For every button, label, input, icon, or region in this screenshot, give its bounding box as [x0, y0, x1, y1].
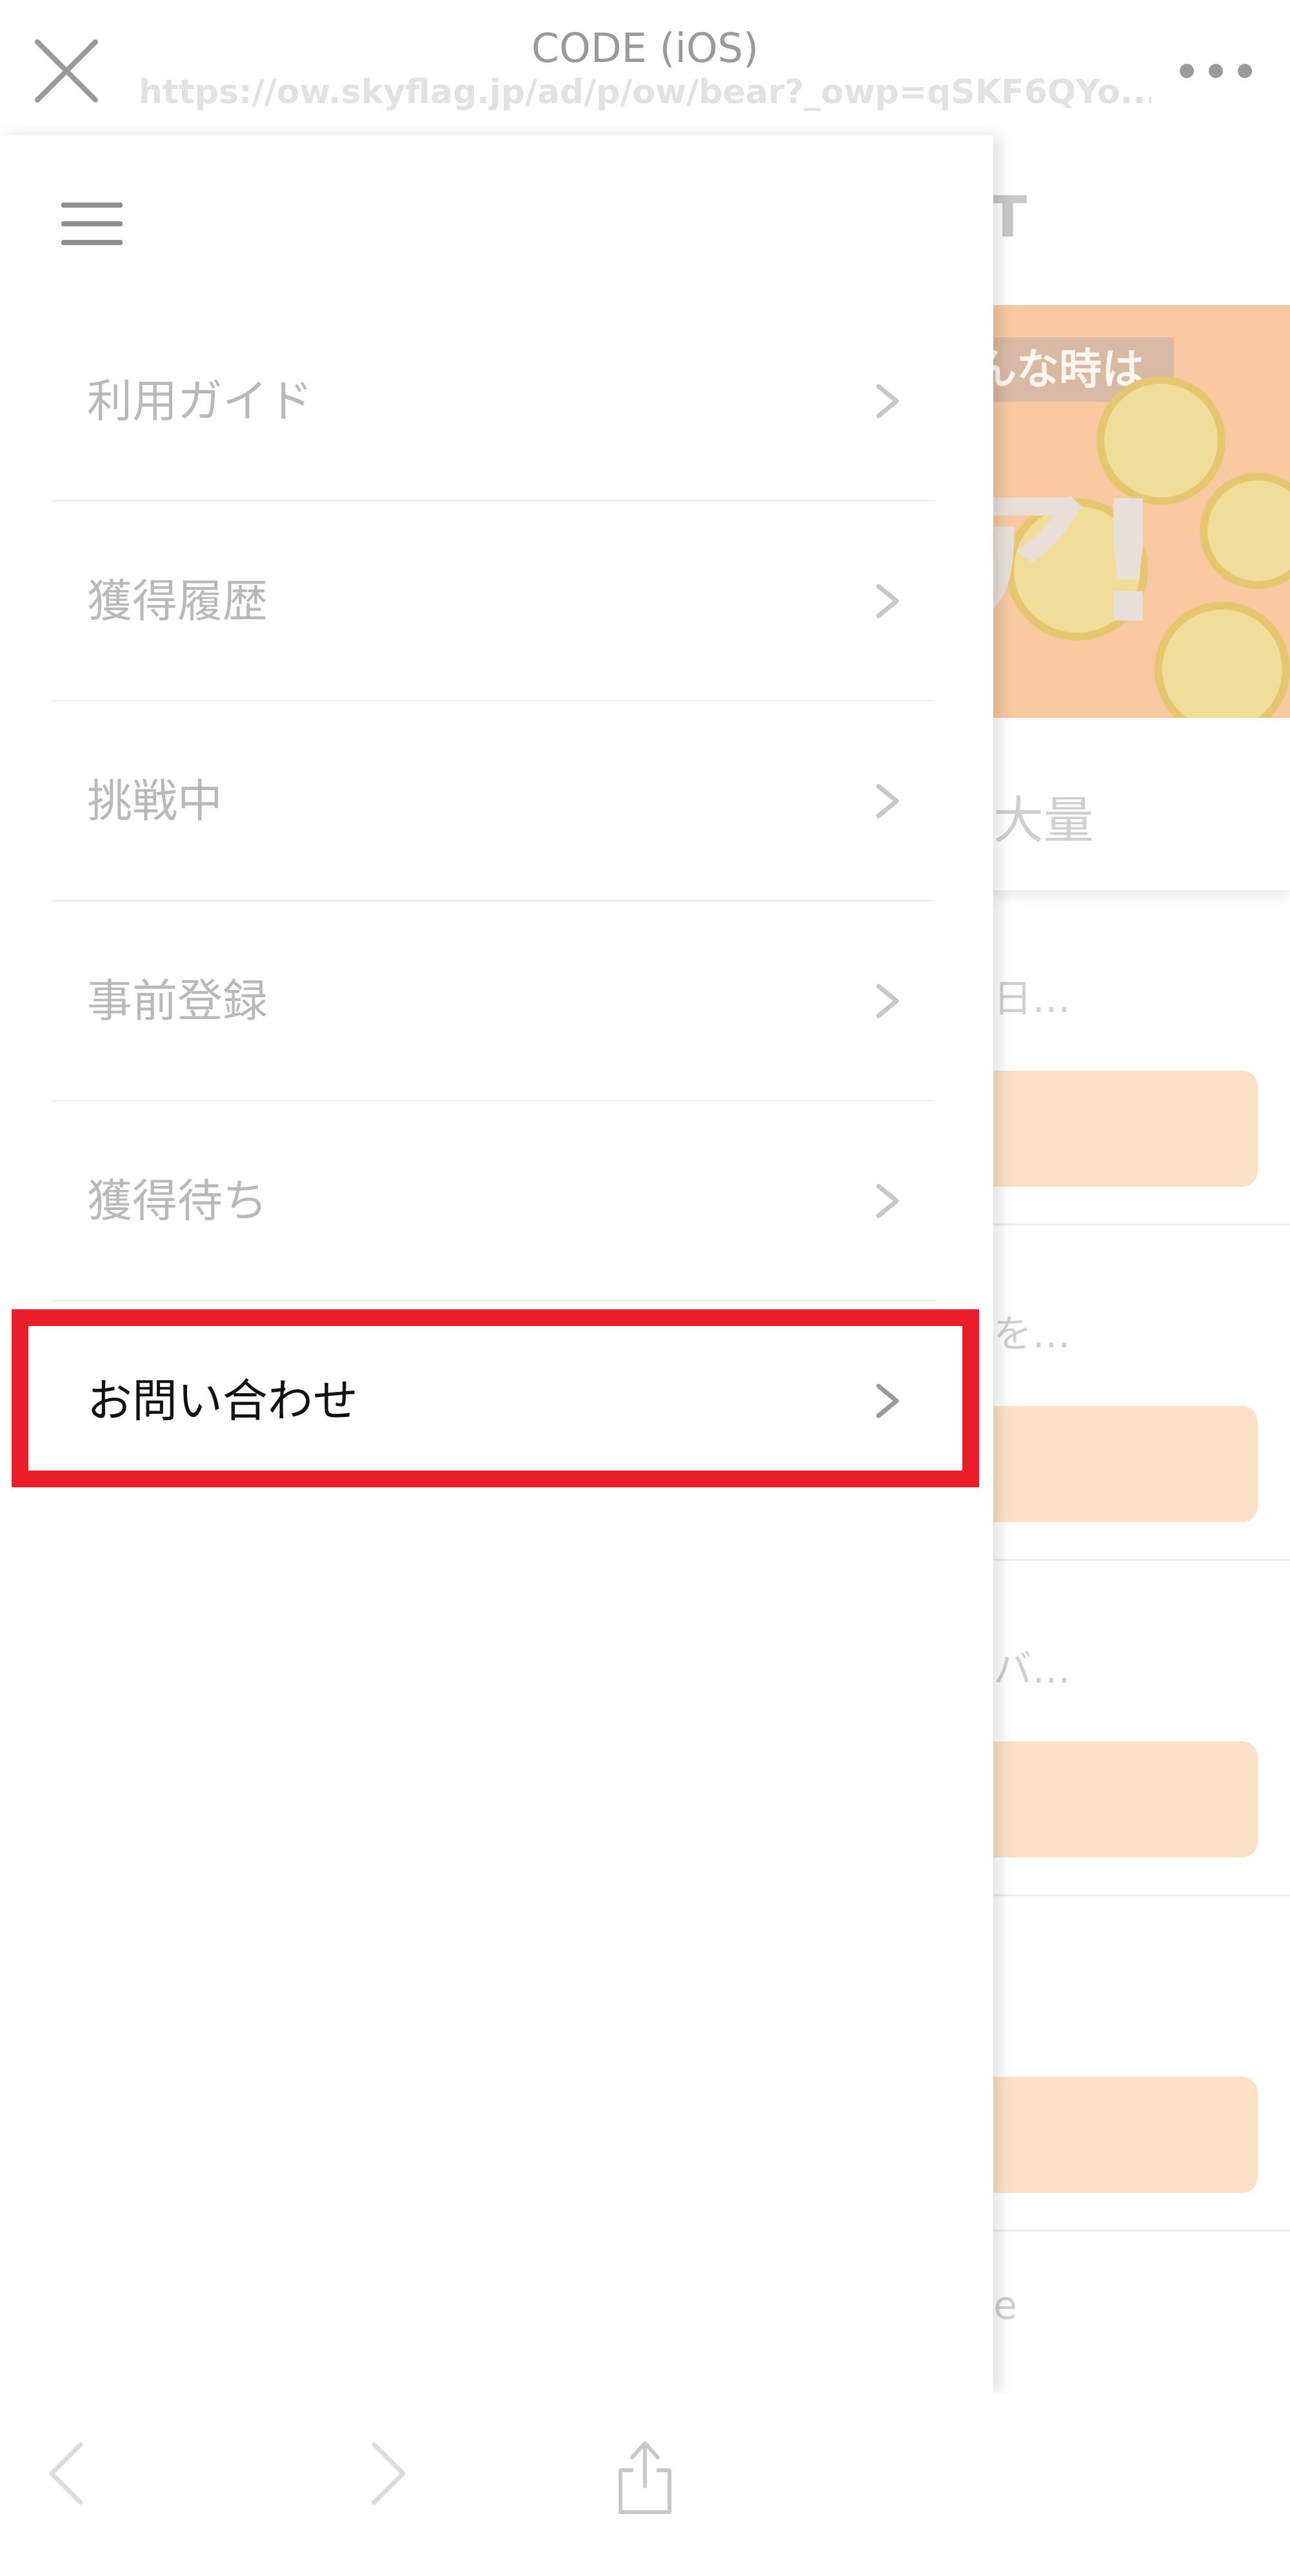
side-drawer: 利用ガイド 獲得履歴 挑戦中 事前登録 獲得待ち お問い合わせ — [0, 135, 993, 2393]
menu-item-label: 事前登録 — [87, 975, 268, 1027]
menu-item-history[interactable]: 獲得履歴 — [52, 502, 935, 700]
share-icon[interactable] — [606, 2432, 684, 2515]
chevron-right-icon — [876, 784, 899, 818]
chevron-right-icon — [876, 1184, 899, 1218]
menu-item-contact[interactable]: お問い合わせ — [52, 1302, 935, 1500]
list-item-text: を… — [993, 1312, 1071, 1357]
menu-item-pending[interactable]: 獲得待ち — [52, 1102, 935, 1300]
list-item-button[interactable] — [968, 1406, 1258, 1522]
menu-item-label: 獲得履歴 — [87, 575, 268, 628]
list-item-text: 日… — [993, 976, 1071, 1022]
background-subtitle: 大量 — [993, 792, 1095, 850]
divider — [993, 2230, 1290, 2232]
hamburger-icon[interactable] — [61, 200, 123, 248]
menu-item-label: お問い合わせ — [87, 1374, 358, 1427]
chevron-right-icon — [876, 1383, 899, 1418]
menu-item-label: 利用ガイド — [87, 375, 313, 428]
list-item-button[interactable] — [968, 2077, 1258, 2193]
list-item-text: バ… — [993, 1647, 1071, 1692]
divider — [993, 1224, 1290, 1225]
list-item-button[interactable] — [968, 1071, 1258, 1187]
chevron-right-icon — [876, 584, 899, 619]
chevron-right-icon — [876, 384, 899, 419]
coin-icon — [1155, 602, 1290, 718]
divider — [993, 1894, 1290, 1896]
menu-item-label: 挑戦中 — [87, 775, 223, 827]
divider — [993, 1559, 1290, 1561]
menu-item-challenging[interactable]: 挑戦中 — [52, 702, 935, 900]
list-item-text: e — [993, 2283, 1017, 2328]
page-title: CODE (iOS) — [531, 25, 759, 72]
coin-icon — [1200, 473, 1290, 589]
back-arrow-icon[interactable] — [29, 2432, 106, 2515]
menu-item-label: 獲得待ち — [87, 1174, 268, 1227]
menu-item-guide[interactable]: 利用ガイド — [52, 302, 935, 500]
list-item-button[interactable] — [968, 1741, 1258, 1858]
forward-arrow-icon[interactable] — [348, 2432, 426, 2515]
browser-top-bar: CODE (iOS) https://ow.skyflag.jp/ad/p/ow… — [0, 0, 1290, 135]
browser-bottom-toolbar — [0, 2393, 1290, 2576]
page-url: https://ow.skyflag.jp/ad/p/ow/bear?_owp=… — [139, 73, 1151, 112]
chevron-right-icon — [876, 984, 899, 1018]
more-horizontal-icon[interactable] — [1174, 45, 1258, 97]
menu-item-preregistration[interactable]: 事前登録 — [52, 902, 935, 1100]
